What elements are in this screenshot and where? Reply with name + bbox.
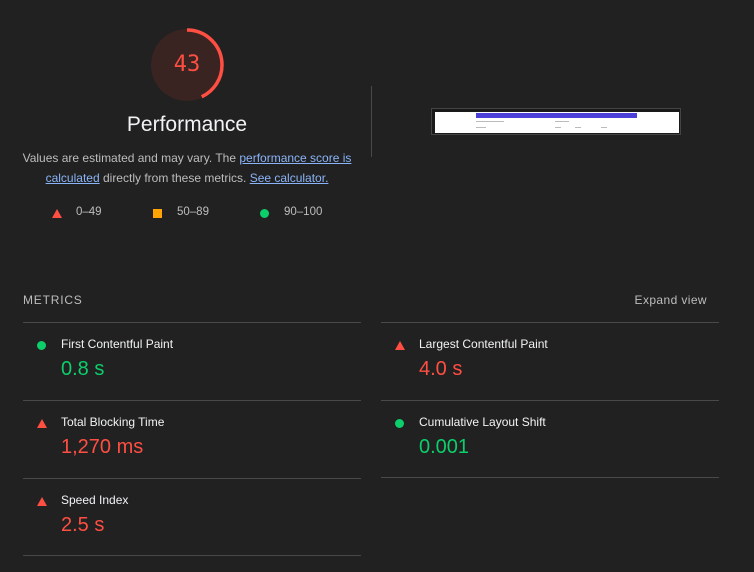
metric-value: 1,270 ms: [61, 436, 144, 458]
description-text-2: directly from these metrics.: [99, 171, 250, 185]
thumbnail-header-bar: [476, 113, 637, 118]
triangle-icon: [37, 419, 47, 428]
metric-title: First Contentful Paint: [61, 337, 174, 351]
metric-speed-index: Speed Index 2.5 s: [23, 478, 361, 556]
category-title: Performance: [126, 113, 248, 136]
score-value: 43: [173, 52, 201, 77]
thumbnail-text-line: [555, 127, 561, 128]
triangle-icon: [395, 341, 405, 350]
performance-score-gauge: 43: [149, 27, 225, 103]
screenshot-image: [435, 112, 679, 133]
legend-label: 90–100: [284, 206, 323, 218]
triangle-icon: [52, 209, 62, 218]
thumbnail-text-line: [555, 121, 569, 122]
metrics-header: METRICS: [23, 293, 83, 307]
metric-value: 0.001: [419, 436, 470, 458]
metric-first-contentful-paint: First Contentful Paint 0.8 s: [23, 322, 361, 400]
thumbnail-text-line: [476, 127, 486, 128]
metric-title: Largest Contentful Paint: [419, 337, 548, 351]
square-icon: [153, 209, 162, 218]
legend-label: 50–89: [177, 206, 209, 218]
metric-total-blocking-time: Total Blocking Time 1,270 ms: [23, 400, 361, 478]
thumbnail-text-line: [601, 127, 607, 128]
score-description: Values are estimated and may vary. The p…: [20, 148, 354, 188]
metrics-bottom-divider: [23, 555, 361, 556]
thumbnail-text-line: [476, 121, 504, 122]
circle-icon: [395, 419, 404, 428]
metrics-right-bottom-divider: [381, 477, 719, 478]
description-text-1: Values are estimated and may vary. The: [22, 151, 240, 165]
expand-view-button[interactable]: Expand view: [635, 293, 707, 307]
metric-value: 0.8 s: [61, 358, 105, 380]
legend-label: 0–49: [76, 206, 102, 218]
metric-largest-contentful-paint: Largest Contentful Paint 4.0 s: [381, 322, 719, 400]
circle-icon: [37, 341, 46, 350]
thumbnail-text-line: [575, 127, 581, 128]
metric-title: Total Blocking Time: [61, 415, 165, 429]
final-screenshot-thumbnail[interactable]: [431, 108, 681, 135]
metric-title: Cumulative Layout Shift: [419, 415, 546, 429]
metric-title: Speed Index: [61, 493, 129, 507]
metric-cumulative-layout-shift: Cumulative Layout Shift 0.001: [381, 400, 719, 478]
see-calculator-link[interactable]: See calculator.: [250, 171, 329, 185]
circle-icon: [260, 209, 269, 218]
metric-value: 4.0 s: [419, 358, 463, 380]
vertical-divider: [371, 86, 372, 157]
triangle-icon: [37, 497, 47, 506]
metric-value: 2.5 s: [61, 514, 105, 536]
